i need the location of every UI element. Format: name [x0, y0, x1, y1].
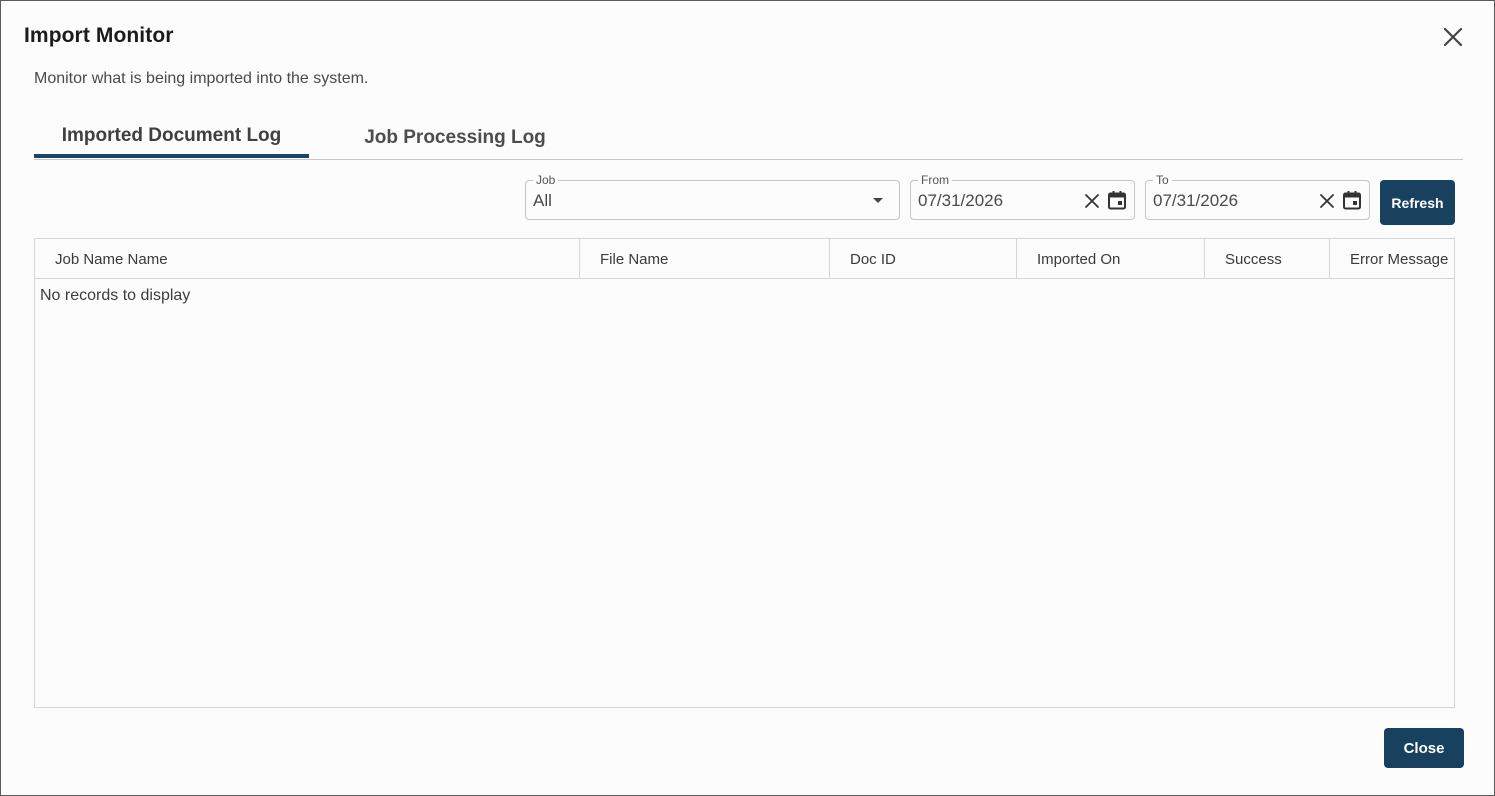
column-header-success[interactable]: Success [1204, 239, 1329, 279]
column-header-file-name[interactable]: File Name [579, 239, 829, 279]
dialog-subtitle: Monitor what is being imported into the … [34, 70, 369, 87]
calendar-icon[interactable] [1106, 189, 1128, 211]
column-header-job-name[interactable]: Job Name Name [35, 239, 579, 279]
to-date-label: To [1153, 173, 1172, 187]
grid-header: Job Name Name File Name Doc ID Imported … [35, 239, 1454, 279]
active-tab-indicator [34, 154, 309, 158]
column-header-doc-id[interactable]: Doc ID [829, 239, 1016, 279]
import-monitor-dialog: Import Monitor Monitor what is being imp… [0, 0, 1495, 796]
column-header-error-message[interactable]: Error Message [1329, 239, 1454, 279]
close-icon[interactable] [1441, 25, 1465, 49]
refresh-button[interactable]: Refresh [1380, 180, 1455, 225]
job-select-label: Job [533, 173, 559, 187]
chevron-down-icon[interactable] [873, 198, 883, 203]
tab-job-processing-log[interactable]: Job Processing Log [324, 113, 586, 159]
tab-imported-document-log[interactable]: Imported Document Log [34, 113, 309, 159]
dialog-title: Import Monitor [24, 24, 174, 47]
close-button[interactable]: Close [1384, 728, 1464, 768]
job-select[interactable]: Job All [525, 173, 900, 220]
column-header-imported-on[interactable]: Imported On [1016, 239, 1204, 279]
from-date-value[interactable]: 07/31/2026 [918, 191, 1003, 211]
tab-bar: Imported Document Log Job Processing Log [34, 113, 1463, 160]
to-date-value[interactable]: 07/31/2026 [1153, 191, 1238, 211]
clear-icon[interactable] [1083, 192, 1101, 210]
calendar-icon[interactable] [1341, 189, 1363, 211]
imported-document-grid: Job Name Name File Name Doc ID Imported … [34, 238, 1455, 708]
job-select-value: All [533, 191, 552, 210]
clear-icon[interactable] [1318, 192, 1336, 210]
to-date-field[interactable]: To 07/31/2026 [1145, 173, 1370, 220]
from-date-field[interactable]: From 07/31/2026 [910, 173, 1135, 220]
from-date-label: From [918, 173, 952, 187]
empty-state-message: No records to display [40, 287, 191, 304]
